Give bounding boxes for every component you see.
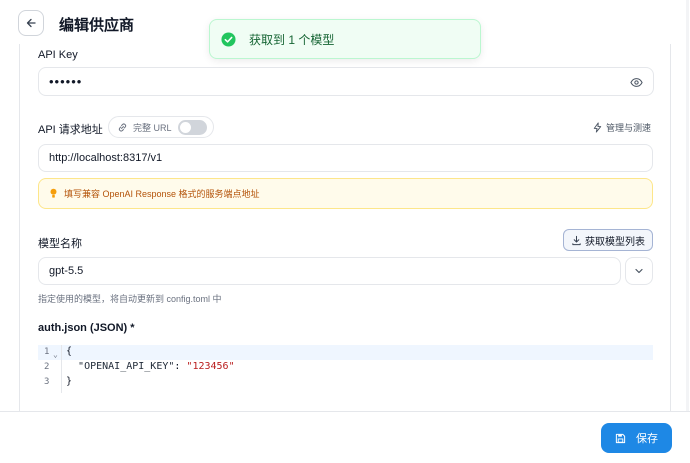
auth-json-editor[interactable]: 1 ⌄ 2 3 { "OPENAI_API_KEY": "123456" } — [38, 345, 653, 393]
auth-json-label: auth.json (JSON) * — [38, 322, 135, 334]
link-icon — [118, 123, 127, 131]
model-value: gpt-5.5 — [49, 265, 84, 277]
download-icon — [572, 235, 581, 245]
lightbulb-icon — [50, 188, 57, 198]
manage-speedtest-button[interactable]: 管理与测速 — [592, 121, 651, 134]
fetch-models-label: 获取模型列表 — [585, 236, 645, 248]
line-number: 1 — [44, 347, 50, 357]
endpoint-tip-text: 填写兼容 OpenAI Response 格式的服务端点地址 — [64, 189, 260, 199]
json-colon: : — [174, 361, 187, 372]
fetch-models-button[interactable]: 获取模型列表 — [563, 229, 653, 251]
lightning-icon — [593, 122, 602, 133]
line-gutter: 1 ⌄ 2 3 — [38, 345, 62, 393]
full-url-switch[interactable] — [178, 120, 207, 135]
switch-knob — [180, 122, 191, 133]
endpoint-value: http://localhost:8317/v1 — [49, 152, 163, 164]
json-value: "123456" — [186, 361, 235, 372]
toast-message: 获取到 1 个模型 — [249, 32, 335, 47]
api-key-field[interactable]: •••••• — [38, 67, 654, 96]
scrollbar[interactable] — [686, 0, 689, 411]
fold-chevron-icon[interactable]: ⌄ — [53, 350, 58, 359]
gutter-divider — [61, 345, 62, 393]
save-label: 保存 — [636, 433, 658, 445]
arrow-left-icon — [26, 18, 36, 28]
code-line: } — [66, 376, 72, 387]
line-number: 3 — [44, 377, 50, 387]
code-line: "OPENAI_API_KEY": "123456" — [66, 361, 235, 372]
endpoint-label: API 请求地址 — [38, 124, 103, 136]
save-icon — [615, 433, 626, 443]
full-url-label: 完整 URL — [133, 122, 172, 133]
full-url-toggle[interactable]: 完整 URL — [108, 116, 214, 138]
json-key: "OPENAI_API_KEY" — [78, 361, 175, 372]
model-label: 模型名称 — [38, 238, 82, 250]
success-toast: 获取到 1 个模型 — [209, 19, 481, 59]
manage-speedtest-label: 管理与测速 — [606, 123, 652, 133]
check-circle-icon — [221, 31, 236, 47]
page-title: 编辑供应商 — [59, 17, 135, 34]
eye-icon[interactable] — [630, 76, 643, 89]
save-button[interactable]: 保存 — [601, 423, 672, 453]
line-number: 2 — [44, 362, 50, 372]
active-line-highlight — [38, 345, 653, 360]
footer-bar — [0, 411, 690, 463]
endpoint-input[interactable]: http://localhost:8317/v1 — [38, 144, 653, 172]
api-key-label: API Key — [38, 49, 78, 61]
json-close-brace: } — [66, 376, 73, 387]
model-hint: 指定使用的模型，将自动更新到 config.toml 中 — [38, 294, 222, 304]
endpoint-tip: 填写兼容 OpenAI Response 格式的服务端点地址 — [38, 178, 653, 209]
model-input[interactable]: gpt-5.5 — [38, 257, 621, 285]
api-key-value: •••••• — [49, 74, 83, 89]
model-dropdown-button[interactable] — [625, 257, 653, 285]
json-open-brace: { — [66, 346, 73, 357]
back-button[interactable] — [18, 10, 44, 36]
code-line: { — [66, 346, 72, 357]
chevron-down-icon — [635, 268, 643, 274]
